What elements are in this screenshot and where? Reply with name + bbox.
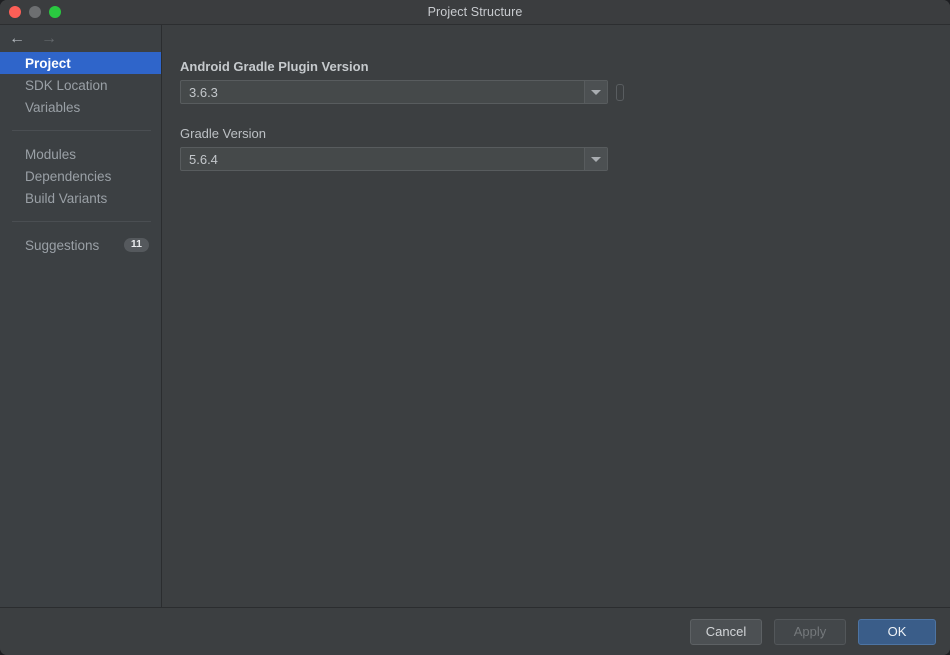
cancel-button[interactable]: Cancel xyxy=(690,618,762,645)
sidebar-item-label: Dependencies xyxy=(25,168,112,184)
gradle-version-value: 5.6.4 xyxy=(189,151,218,167)
maximize-window-button[interactable] xyxy=(49,6,61,18)
sidebar-item-label: Variables xyxy=(25,99,81,115)
sidebar-item-suggestions[interactable]: Suggestions 11 xyxy=(0,234,161,256)
apply-button[interactable]: Apply xyxy=(774,618,846,645)
sidebar-item-project[interactable]: Project xyxy=(0,52,161,74)
dialog-footer: Cancel Apply OK xyxy=(0,607,950,655)
agp-version-value: 3.6.3 xyxy=(189,84,218,100)
gradle-version-label: Gradle Version xyxy=(180,126,266,141)
agp-version-row: 3.6.3 xyxy=(180,80,950,104)
sidebar-item-dependencies[interactable]: Dependencies xyxy=(0,165,161,187)
dialog-body: ← → Project SDK Location Variables Modul… xyxy=(0,25,950,607)
agp-version-field: Android Gradle Plugin Version 3.6.3 xyxy=(180,59,950,104)
minimize-window-button[interactable] xyxy=(29,6,41,18)
close-window-button[interactable] xyxy=(9,6,21,18)
gradle-version-field: Gradle Version 5.6.4 xyxy=(180,126,950,171)
sidebar-item-label: Project xyxy=(25,55,71,71)
project-structure-dialog: Project Structure ← → Project SDK Locati… xyxy=(0,0,950,655)
back-arrow-icon[interactable]: ← xyxy=(8,30,26,48)
sidebar-item-modules[interactable]: Modules xyxy=(0,143,161,165)
chevron-down-icon[interactable] xyxy=(584,81,607,103)
sidebar-item-sdk-location[interactable]: SDK Location xyxy=(0,74,161,96)
window-title: Project Structure xyxy=(427,5,523,19)
sidebar-item-label: Suggestions xyxy=(25,237,100,253)
sidebar-item-label: Modules xyxy=(25,146,77,162)
content-pane: Android Gradle Plugin Version 3.6.3 Grad… xyxy=(162,25,950,607)
chevron-down-icon[interactable] xyxy=(584,148,607,170)
gradle-version-dropdown[interactable]: 5.6.4 xyxy=(180,147,608,171)
agp-version-label: Android Gradle Plugin Version xyxy=(180,59,369,74)
sidebar-item-label: SDK Location xyxy=(25,77,108,93)
gradle-version-row: 5.6.4 xyxy=(180,147,950,171)
sidebar-item-variables[interactable]: Variables xyxy=(0,96,161,118)
suggestions-count-badge: 11 xyxy=(123,237,149,253)
agp-version-dropdown[interactable]: 3.6.3 xyxy=(180,80,608,104)
ok-button[interactable]: OK xyxy=(858,618,936,645)
navigation-arrows: ← → xyxy=(0,25,161,52)
sidebar-item-build-variants[interactable]: Build Variants xyxy=(0,187,161,209)
title-bar: Project Structure xyxy=(0,0,950,25)
agp-version-indicator xyxy=(616,83,624,101)
sidebar: ← → Project SDK Location Variables Modul… xyxy=(0,25,162,607)
forward-arrow-icon[interactable]: → xyxy=(40,30,58,48)
window-controls xyxy=(9,0,61,24)
sidebar-item-label: Build Variants xyxy=(25,190,108,206)
